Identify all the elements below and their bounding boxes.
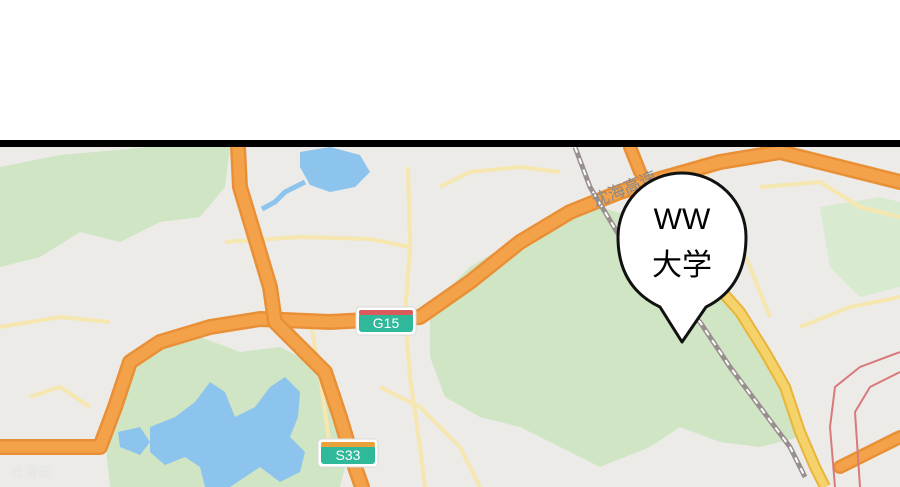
blank-panel-area [0,0,900,140]
map-view[interactable]: 沈海高速 G15 S33 WW 大学 看漫画 [0,147,900,487]
shield-g15[interactable]: G15 [355,306,417,336]
shield-g15-label: G15 [373,315,400,331]
shield-s33[interactable]: S33 [317,438,379,468]
panel-border [0,140,900,147]
pin-label-line1: WW [654,203,711,236]
watermark-text: 看漫画 [10,465,52,481]
shield-s33-label: S33 [336,447,361,463]
pin-label-line2: 大学 [652,249,712,282]
map-canvas: 沈海高速 G15 S33 WW 大学 看漫画 [0,147,900,487]
